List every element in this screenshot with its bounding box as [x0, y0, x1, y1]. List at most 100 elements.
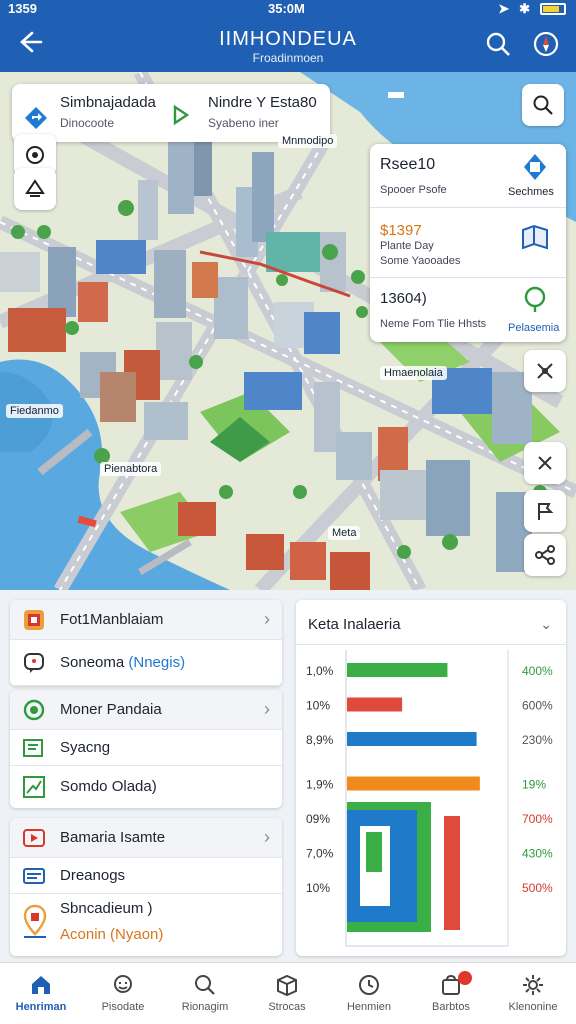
info-row[interactable]: 13604) Neme Fom Tlie Hhsts Pelasemia — [370, 278, 566, 342]
map-label[interactable]: Pienabtora — [100, 462, 162, 476]
map-label[interactable]: Hmaenolaia — [380, 366, 447, 380]
list-item[interactable]: Somdo Olada) — [10, 766, 282, 808]
map-layers-button[interactable] — [14, 168, 56, 210]
nav-item-clock[interactable]: Henmien — [328, 969, 410, 1021]
status-bar: 1359 35:0M ➤ ✱ — [0, 0, 576, 18]
chevron-right-icon: › — [264, 827, 270, 847]
chart-card: Keta Inalaeria ⌄ 1,0% 400% 10% 600% 8,9% 230%… — [296, 600, 566, 956]
nav-item-home[interactable]: Henriman — [0, 969, 82, 1021]
trend-chart-icon — [23, 776, 45, 798]
list-item-prefix: Soneoma — [60, 654, 129, 671]
list-item-label: Soneoma (Nnegis) — [60, 654, 185, 671]
map-close-button[interactable] — [524, 442, 566, 484]
nav-label: Henriman — [15, 1001, 67, 1013]
page-subtitle: Froadinmoen — [252, 51, 324, 65]
list-group-1: Fot1Manblaiam › Soneoma (Nnegis) — [10, 600, 282, 686]
list-item-label: Somdo Olada) — [60, 778, 157, 795]
back-arrow-icon — [20, 31, 43, 53]
nav-label: Strocas — [268, 1001, 306, 1013]
info-row[interactable]: $1397 Plante Day Some Yaooades — [370, 208, 566, 278]
chart-value-label: 400% — [522, 664, 553, 678]
map-view[interactable]: Simbnajadada Dinocoote Nindre Y Esta80 S… — [0, 72, 576, 590]
nav-item-search[interactable]: Rionagim — [164, 969, 246, 1021]
bluetooth-icon: ✱ — [519, 1, 530, 16]
list-group-title: Moner Pandaia — [60, 701, 162, 718]
compass-icon — [533, 31, 559, 57]
chart-row-label: 09% — [306, 812, 330, 826]
nav-item-bag[interactable]: Barbtos — [410, 969, 492, 1021]
chart-value-label: 500% — [522, 881, 553, 895]
list-item[interactable]: Dreanogs — [10, 858, 282, 894]
destination-subtitle: Syabeno iner — [208, 116, 279, 130]
chat-icon — [114, 975, 132, 993]
info-detail: Some Yaooades — [380, 255, 461, 267]
list-group-2: Moner Pandaia › Syacng Somdo Olada) — [10, 690, 282, 808]
tools-icon — [537, 363, 553, 379]
nav-item-settings[interactable]: Klenonine — [492, 969, 574, 1021]
page-title: IIMHONDEUA — [219, 28, 357, 50]
app-header: 1359 35:0M ➤ ✱ IIMHONDEUA Froadinmoen — [0, 0, 576, 72]
info-title: 13604) — [380, 290, 427, 307]
chevron-right-icon: › — [264, 699, 270, 719]
chevron-right-icon: › — [264, 609, 270, 629]
chart-row-label: 7,0% — [306, 847, 334, 861]
share-icon — [535, 545, 555, 565]
locate-icon — [26, 146, 44, 164]
transit-icon — [524, 154, 546, 180]
list-item-label: Syacng — [60, 739, 111, 756]
nav-label: Henmien — [346, 1001, 392, 1013]
destination-title: Nindre Y Esta80 — [208, 94, 317, 111]
nav-item-box[interactable]: Strocas — [246, 969, 328, 1021]
media-icon — [23, 829, 45, 847]
chevron-down-icon[interactable]: ⌄ — [540, 616, 552, 633]
home-icon — [32, 976, 50, 994]
map-search-button[interactable] — [522, 84, 564, 126]
status-time-center: 35:0M — [268, 1, 305, 16]
info-detail: Neme Fom Tlie Hhsts — [380, 318, 487, 330]
map-label[interactable]: Mnmodipo — [278, 134, 338, 148]
list-group-header[interactable]: Moner Pandaia › — [10, 690, 282, 730]
map-label[interactable]: Fiedanmo — [6, 404, 63, 418]
chart-bar — [347, 732, 477, 746]
bottom-navigation: Henriman Pisodate Rionagim Strocas Henmi… — [0, 962, 576, 1024]
chart-row-label: 1,9% — [306, 778, 334, 792]
list-group-title: Fot1Manblaiam — [60, 611, 164, 628]
chart-row-label: 10% — [306, 699, 330, 713]
map-label[interactable]: Meta — [328, 526, 361, 540]
info-row[interactable]: Rsee10 Spooer Psofe Sechmes — [370, 144, 566, 208]
chart-value-label: 430% — [522, 847, 553, 861]
list-group-header[interactable]: Fot1Manblaiam › — [10, 600, 282, 640]
list-item[interactable]: Syacng — [10, 730, 282, 766]
back-button[interactable] — [14, 28, 46, 60]
list-item-highlight: (Nnegis) — [128, 654, 186, 671]
location-icon: ➤ — [498, 1, 510, 16]
nav-label: Klenonine — [508, 1001, 558, 1013]
info-title: $1397 — [380, 222, 422, 239]
list-group-header[interactable]: Bamaria Isamte › — [10, 818, 282, 858]
search-icon — [533, 95, 553, 115]
list-item[interactable]: Soneoma (Nnegis) — [10, 640, 282, 686]
place-info-card[interactable]: Rsee10 Spooer Psofe Sechmes $1397 Plante… — [370, 144, 566, 342]
target-icon — [23, 699, 45, 721]
nav-item-chat[interactable]: Pisodate — [82, 969, 164, 1021]
origin-subtitle: Dinocoote — [60, 116, 115, 130]
map-book-icon — [522, 224, 548, 250]
map-tool-button-1[interactable] — [524, 350, 566, 392]
map-share-button[interactable] — [524, 534, 566, 576]
notification-badge — [458, 971, 472, 985]
list-item[interactable]: Sbncadieum ) Aconin (Nyaon) — [10, 894, 282, 956]
app-grid-icon — [24, 610, 44, 630]
info-right-label: Sechmes — [508, 186, 554, 198]
status-time-left: 1359 — [8, 1, 37, 16]
info-detail: Plante Day — [380, 240, 434, 252]
clock-icon — [359, 975, 379, 995]
header-search-button[interactable] — [484, 30, 512, 58]
map-flag-button[interactable] — [524, 490, 566, 532]
box-icon — [277, 974, 297, 997]
info-right-label: Pelasemia — [508, 322, 560, 334]
status-icons: ➤ ✱ — [498, 1, 566, 17]
nav-label: Rionagim — [181, 1001, 229, 1013]
pin-icon — [524, 286, 546, 312]
chart-value-label: 19% — [522, 778, 546, 792]
header-compass-button[interactable] — [532, 30, 560, 58]
